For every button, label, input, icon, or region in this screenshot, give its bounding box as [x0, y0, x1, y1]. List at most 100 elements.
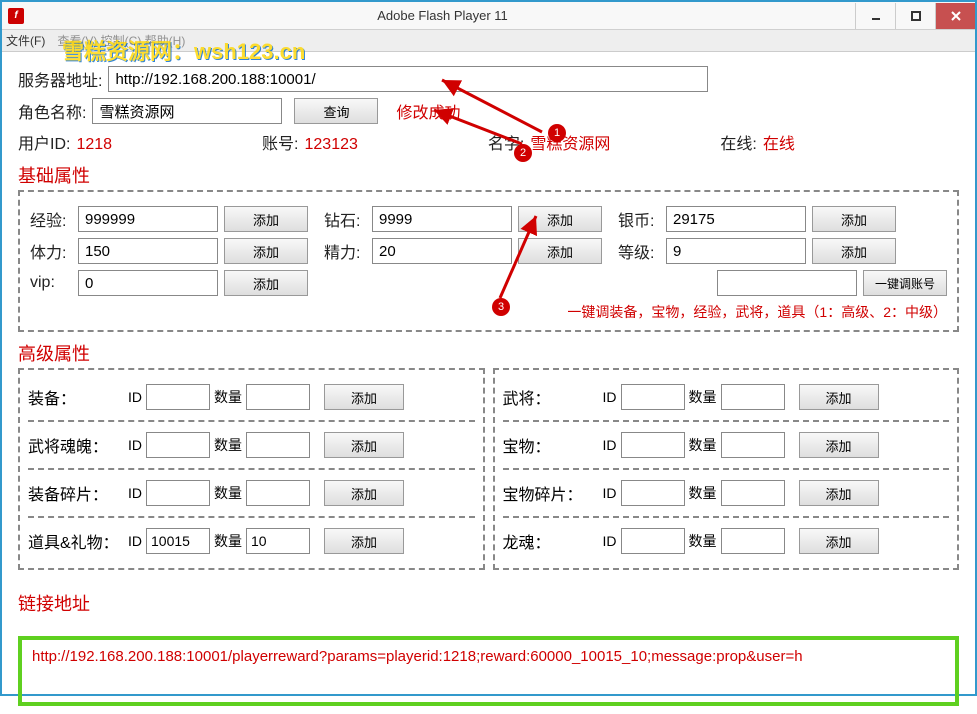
id-label: ID: [603, 485, 617, 501]
id-input[interactable]: [621, 432, 685, 458]
stamina-add-button[interactable]: 添加: [224, 238, 308, 264]
userid-label: 用户ID:: [18, 136, 70, 153]
titlebar: f Adobe Flash Player 11: [2, 2, 975, 30]
qty-label: 数量: [214, 435, 242, 455]
diamond-label: 钻石:: [324, 207, 366, 231]
id-label: ID: [128, 437, 142, 453]
vip-input[interactable]: [78, 270, 218, 296]
adv-row: 龙魂：ID数量添加: [503, 518, 950, 564]
exp-label: 经验:: [30, 207, 72, 231]
qty-input[interactable]: [721, 432, 785, 458]
qty-input[interactable]: [721, 384, 785, 410]
silver-add-button[interactable]: 添加: [812, 206, 896, 232]
userid-value: 1218: [76, 136, 112, 153]
silver-label: 银币:: [618, 207, 660, 231]
qty-input[interactable]: [246, 432, 310, 458]
exp-input[interactable]: [78, 206, 218, 232]
menu-file[interactable]: 文件(F): [6, 32, 45, 49]
diamond-add-button[interactable]: 添加: [518, 206, 602, 232]
adv-label: 龙魂：: [503, 529, 603, 553]
adv-add-button[interactable]: 添加: [324, 384, 404, 410]
adv-row: 宝物碎片：ID 数量 添加: [503, 470, 950, 518]
status-text: 修改成功: [396, 99, 460, 123]
onekey-note: 一键调装备，宝物，经验，武将，道具（1：高级、2：中级）: [567, 304, 947, 320]
qty-label: 数量: [689, 387, 717, 407]
query-button[interactable]: 查询: [294, 98, 378, 124]
url-title: 链接地址: [18, 590, 959, 616]
adv-add-button[interactable]: 添加: [324, 528, 404, 554]
adv-col-right: 武将：ID数量添加宝物：ID数量添加宝物碎片：ID数量添加龙魂：ID数量添加: [493, 368, 960, 570]
adv-add-button[interactable]: 添加: [799, 480, 879, 506]
role-label: 角色名称:: [18, 99, 86, 123]
diamond-input[interactable]: [372, 206, 512, 232]
id-input[interactable]: [621, 528, 685, 554]
adv-label: 武将魂魄：: [28, 433, 128, 457]
window-title: Adobe Flash Player 11: [30, 8, 855, 23]
adv-label: 宝物碎片：: [503, 481, 603, 505]
adv-row: 武将魂魄：ID 数量 添加: [28, 422, 475, 470]
id-label: ID: [128, 485, 142, 501]
id-input[interactable]: [621, 384, 685, 410]
qty-label: 数量: [214, 531, 242, 551]
onekey-input[interactable]: [717, 270, 857, 296]
qty-label: 数量: [689, 483, 717, 503]
minimize-button[interactable]: [855, 3, 895, 29]
role-input[interactable]: [92, 98, 282, 124]
id-label: ID: [128, 533, 142, 549]
qty-input[interactable]: [721, 528, 785, 554]
vip-label: vip:: [30, 274, 72, 292]
basic-title: 基础属性: [18, 162, 959, 188]
adv-add-button[interactable]: 添加: [799, 528, 879, 554]
server-input[interactable]: [108, 66, 708, 92]
adv-row: 装备：ID 数量 添加: [28, 374, 475, 422]
energy-label: 精力:: [324, 239, 366, 263]
id-input[interactable]: [146, 528, 210, 554]
qty-label: 数量: [689, 435, 717, 455]
level-input[interactable]: [666, 238, 806, 264]
level-label: 等级:: [618, 239, 660, 263]
adv-title: 高级属性: [18, 340, 959, 366]
qty-label: 数量: [214, 483, 242, 503]
name-value: 雪糕资源网: [530, 136, 610, 153]
qty-input[interactable]: [246, 528, 310, 554]
adv-col-left: 装备：ID数量添加武将魂魄：ID数量添加装备碎片：ID数量添加道具&礼物：ID数…: [18, 368, 485, 570]
level-add-button[interactable]: 添加: [812, 238, 896, 264]
adv-row: 武将：ID数量添加: [503, 374, 950, 422]
menubar: 文件(F) 查看(V) 控制(C) 帮助(H): [2, 30, 975, 52]
id-input[interactable]: [621, 480, 685, 506]
qty-input[interactable]: [246, 480, 310, 506]
id-label: ID: [128, 389, 142, 405]
exp-add-button[interactable]: 添加: [224, 206, 308, 232]
adv-add-button[interactable]: 添加: [799, 384, 879, 410]
adv-label: 装备：: [28, 385, 128, 409]
acct-value: 123123: [305, 136, 358, 153]
silver-input[interactable]: [666, 206, 806, 232]
vip-add-button[interactable]: 添加: [224, 270, 308, 296]
online-value: 在线: [763, 136, 795, 153]
id-input[interactable]: [146, 432, 210, 458]
badge-3: 3: [492, 298, 510, 316]
menu-rest[interactable]: 查看(V) 控制(C) 帮助(H): [57, 32, 185, 49]
adv-label: 装备碎片：: [28, 481, 128, 505]
adv-row: 装备碎片：ID 数量 添加: [28, 470, 475, 518]
qty-input[interactable]: [721, 480, 785, 506]
id-label: ID: [603, 533, 617, 549]
id-input[interactable]: [146, 480, 210, 506]
qty-label: 数量: [214, 387, 242, 407]
acct-label: 账号:: [262, 136, 298, 153]
qty-input[interactable]: [246, 384, 310, 410]
flash-icon: f: [8, 8, 24, 24]
stamina-input[interactable]: [78, 238, 218, 264]
adv-add-button[interactable]: 添加: [324, 432, 404, 458]
adv-add-button[interactable]: 添加: [799, 432, 879, 458]
maximize-button[interactable]: [895, 3, 935, 29]
badge-2: 2: [514, 144, 532, 162]
close-button[interactable]: [935, 3, 975, 29]
onekey-button[interactable]: 一键调账号: [863, 270, 947, 296]
energy-input[interactable]: [372, 238, 512, 264]
adv-label: 宝物：: [503, 433, 603, 457]
adv-label: 武将：: [503, 385, 603, 409]
energy-add-button[interactable]: 添加: [518, 238, 602, 264]
id-input[interactable]: [146, 384, 210, 410]
adv-add-button[interactable]: 添加: [324, 480, 404, 506]
